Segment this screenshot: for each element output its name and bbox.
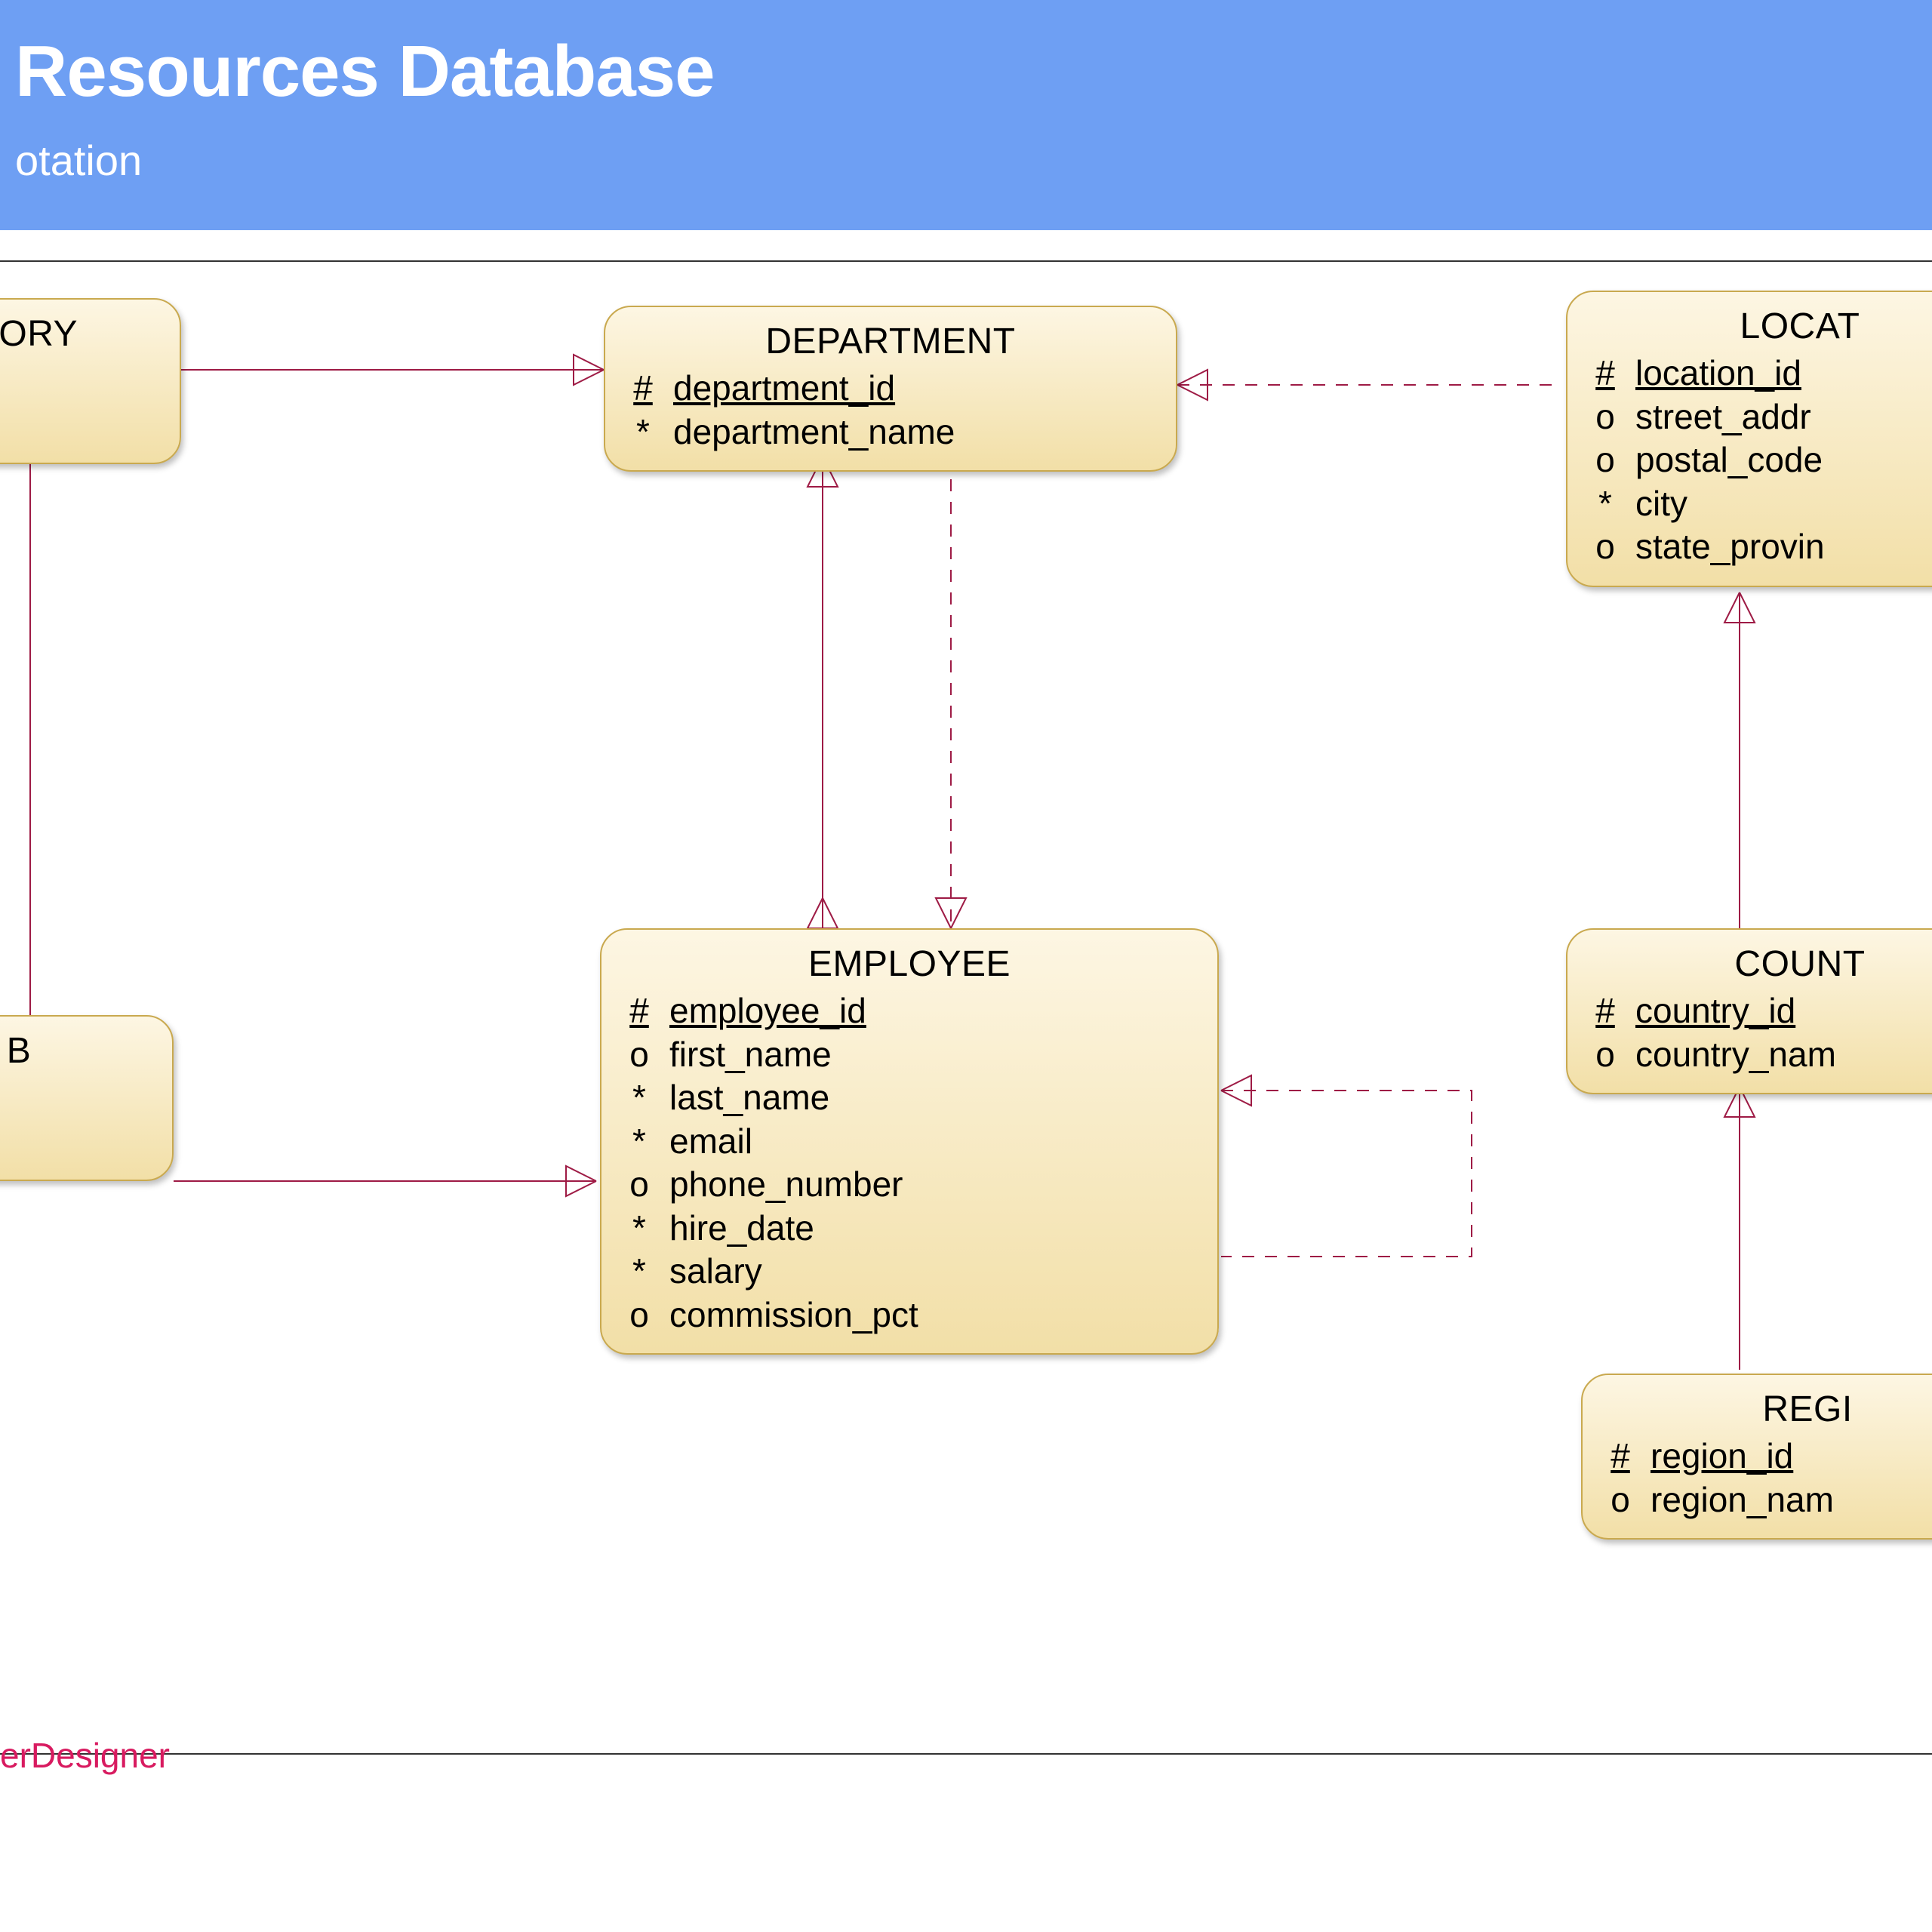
entity-attr: oregion_nam — [1608, 1478, 1932, 1522]
entity-title: REGI — [1608, 1389, 1932, 1430]
entity-location[interactable]: LOCAT #location_id ostreet_addr opostal_… — [1566, 291, 1932, 587]
entity-title: B — [0, 1030, 146, 1072]
entity-job-history[interactable]: STORY date ate — [0, 298, 181, 464]
entity-attr: date — [0, 359, 154, 403]
entity-department[interactable]: DEPARTMENT #department_id *department_na… — [604, 306, 1177, 472]
entity-job[interactable]: B ry ary — [0, 1015, 174, 1181]
entity-attr: ophone_number — [627, 1163, 1192, 1207]
entity-attr: ocommission_pct — [627, 1294, 1192, 1337]
entity-attr: ocountry_nam — [1593, 1033, 1932, 1077]
entity-attr: #location_id — [1593, 352, 1932, 395]
entity-attr: #region_id — [1608, 1435, 1932, 1478]
entity-attr: #department_id — [631, 367, 1150, 411]
entity-employee[interactable]: EMPLOYEE #employee_id ofirst_name *last_… — [600, 928, 1219, 1355]
entity-attr: *department_name — [631, 411, 1150, 454]
entity-title: EMPLOYEE — [627, 943, 1192, 985]
entity-attr: ofirst_name — [627, 1033, 1192, 1077]
entity-region[interactable]: REGI #region_id oregion_nam — [1581, 1374, 1932, 1540]
entity-attr: *last_name — [627, 1076, 1192, 1120]
entity-attr: ostate_provin — [1593, 525, 1932, 569]
entity-attr: *city — [1593, 482, 1932, 526]
page-title: Resources Database — [15, 30, 1932, 113]
entity-attr: ry — [0, 1076, 146, 1120]
entity-attr: ary — [0, 1120, 146, 1164]
footer-branding: erDesigner — [0, 1735, 170, 1776]
entity-title: COUNT — [1593, 943, 1932, 985]
entity-attr: #country_id — [1593, 989, 1932, 1033]
entity-attr: ate — [0, 403, 154, 447]
entity-attr: *salary — [627, 1250, 1192, 1294]
entity-title: DEPARTMENT — [631, 321, 1150, 362]
entity-title: LOCAT — [1593, 306, 1932, 347]
page-subtitle: otation — [15, 136, 1932, 185]
entity-title: STORY — [0, 313, 154, 355]
entity-attr: ostreet_addr — [1593, 395, 1932, 439]
diagram-canvas: STORY date ate DEPARTMENT #department_id… — [0, 230, 1932, 1785]
page-header: Resources Database otation — [0, 0, 1932, 230]
entity-attr: opostal_code — [1593, 438, 1932, 482]
entity-attr: *email — [627, 1120, 1192, 1164]
entity-country[interactable]: COUNT #country_id ocountry_nam — [1566, 928, 1932, 1094]
entity-attr: *hire_date — [627, 1207, 1192, 1251]
entity-attr: #employee_id — [627, 989, 1192, 1033]
